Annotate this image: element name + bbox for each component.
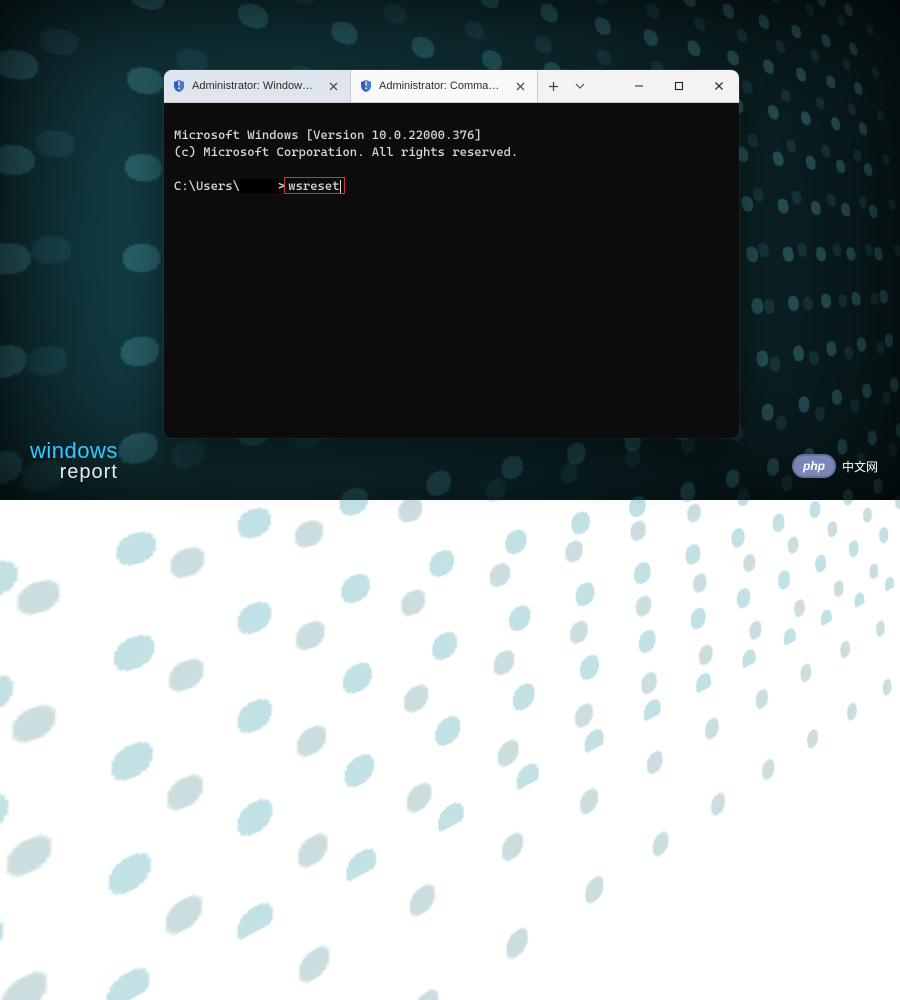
terminal-body[interactable]: Microsoft Windows [Version 10.0.22000.37…	[164, 103, 739, 438]
tab-powershell-close-icon[interactable]	[324, 77, 342, 95]
windows-report-logo: windows report	[30, 440, 118, 482]
php-watermark: php 中文网	[792, 454, 878, 478]
prompt-user-redacted	[240, 180, 278, 192]
powershell-shield-icon	[172, 79, 186, 93]
brand-line2: report	[60, 462, 118, 482]
tab-strip: Administrator: Windows PowerShell Admini…	[164, 70, 538, 102]
minimize-button[interactable]	[619, 70, 659, 102]
close-button[interactable]	[699, 70, 739, 102]
tab-powershell-label: Administrator: Windows PowerShell	[192, 80, 318, 92]
tab-cmd[interactable]: Administrator: Command Prompt	[351, 70, 538, 102]
brand-line1: windows	[30, 440, 118, 462]
text-cursor	[340, 180, 341, 193]
prompt-prefix: C:\Users\	[174, 177, 240, 194]
maximize-button[interactable]	[659, 70, 699, 102]
php-logo-icon: php	[792, 454, 836, 478]
terminal-version-line: Microsoft Windows [Version 10.0.22000.37…	[174, 127, 482, 142]
terminal-copyright-line: (c) Microsoft Corporation. All rights re…	[174, 144, 518, 159]
titlebar-drag-area[interactable]	[592, 70, 619, 102]
new-tab-button[interactable]	[538, 70, 568, 102]
tab-powershell[interactable]: Administrator: Windows PowerShell	[164, 70, 351, 102]
tab-dropdown-button[interactable]	[568, 70, 592, 102]
tab-cmd-close-icon[interactable]	[511, 77, 529, 95]
tab-cmd-label: Administrator: Command Prompt	[379, 80, 505, 92]
command-text: wsreset	[288, 178, 339, 193]
terminal-window: Administrator: Windows PowerShell Admini…	[164, 70, 739, 438]
php-watermark-label: 中文网	[842, 458, 878, 475]
terminal-prompt-line: C:\Users\>wsreset	[174, 177, 729, 194]
titlebar[interactable]: Administrator: Windows PowerShell Admini…	[164, 70, 739, 103]
command-highlight: wsreset	[284, 177, 344, 194]
cmd-shield-icon	[359, 79, 373, 93]
